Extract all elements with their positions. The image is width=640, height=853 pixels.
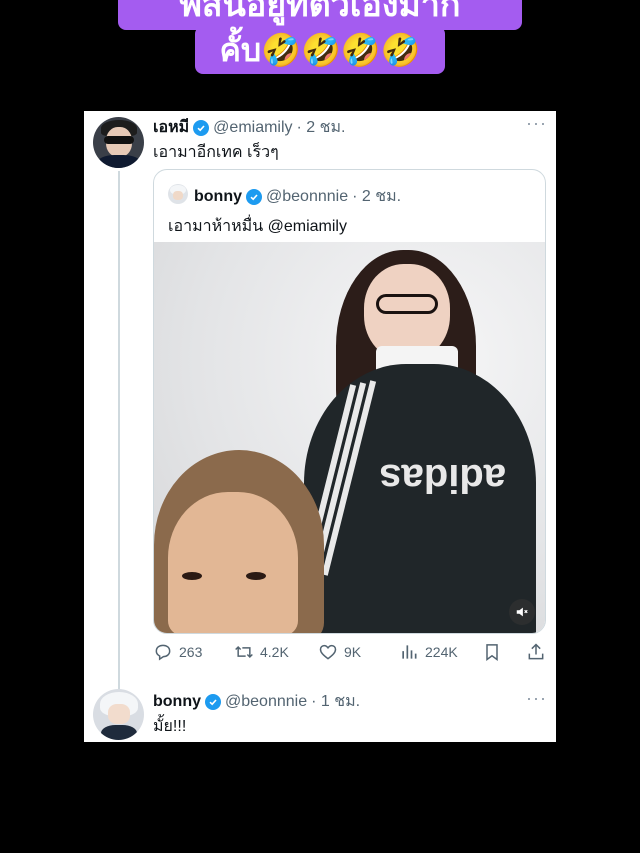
quoted-author-name: bonny [194, 187, 242, 205]
retweet-button[interactable]: 4.2K [234, 642, 289, 662]
quoted-header: bonny @beonnnie · 2 ชม. [194, 184, 401, 209]
bookmark-icon [486, 644, 498, 661]
tweet-text: เอามาอีกเทค เร็วๆ [153, 144, 279, 161]
views-count: 224K [425, 644, 458, 660]
bookmark-button[interactable] [482, 642, 502, 662]
reply-author-avatar[interactable] [93, 689, 144, 740]
like-button[interactable]: 9K [318, 642, 361, 662]
retweet-icon [235, 645, 253, 659]
like-count: 9K [344, 644, 362, 660]
author-name[interactable]: เอหมี [153, 115, 189, 140]
reply-header: bonny @beonnnie · 1 ชม. [153, 689, 360, 714]
tweet-header: เอหมี @emiamily · 2 ชม. [153, 115, 346, 140]
share-button[interactable] [526, 642, 546, 662]
video-player[interactable]: adidas [154, 242, 545, 633]
tweet-card: เอหมี @emiamily · 2 ชม. ··· เอามาอีกเทค … [84, 111, 556, 742]
views-icon [402, 645, 417, 659]
quoted-author-handle: @beonnnie [266, 187, 349, 205]
reply-button[interactable]: 263 [153, 642, 202, 662]
author-avatar[interactable] [93, 117, 144, 168]
quoted-text: เอามาห้าหมื่น @emiamily [168, 218, 347, 235]
mute-icon[interactable] [509, 599, 535, 625]
reply-author-handle[interactable]: @beonnnie [225, 693, 307, 711]
reply-count: 263 [179, 644, 203, 660]
reply-more-options-icon[interactable]: ··· [526, 688, 547, 709]
retweet-count: 4.2K [260, 644, 289, 660]
reply-author-name[interactable]: bonny [153, 693, 201, 711]
heart-icon [319, 644, 337, 660]
caption-line-2: คั้บ🤣🤣🤣🤣 [195, 26, 445, 74]
author-handle[interactable]: @emiamily [213, 119, 292, 137]
quoted-tweet[interactable]: bonny @beonnnie · 2 ชม. เอามาห้าหมื่น @e… [153, 169, 546, 634]
quoted-author-avatar [168, 184, 188, 204]
tweet-time[interactable]: · 2 ชม. [297, 115, 346, 140]
thread-line [118, 171, 120, 691]
more-options-icon[interactable]: ··· [526, 113, 547, 134]
tweet-actions: 263 4.2K 9K 224K [153, 642, 548, 666]
share-icon [528, 643, 544, 660]
verified-badge-icon [246, 188, 262, 205]
reply-icon [155, 644, 171, 661]
views-button[interactable]: 224K [399, 642, 458, 662]
reply-text: มั้ย!!! [153, 718, 187, 735]
verified-badge-icon [193, 119, 210, 136]
quoted-time: · 2 ชม. [352, 188, 402, 205]
reply-time[interactable]: · 1 ชม. [311, 689, 360, 714]
verified-badge-icon [205, 693, 221, 710]
